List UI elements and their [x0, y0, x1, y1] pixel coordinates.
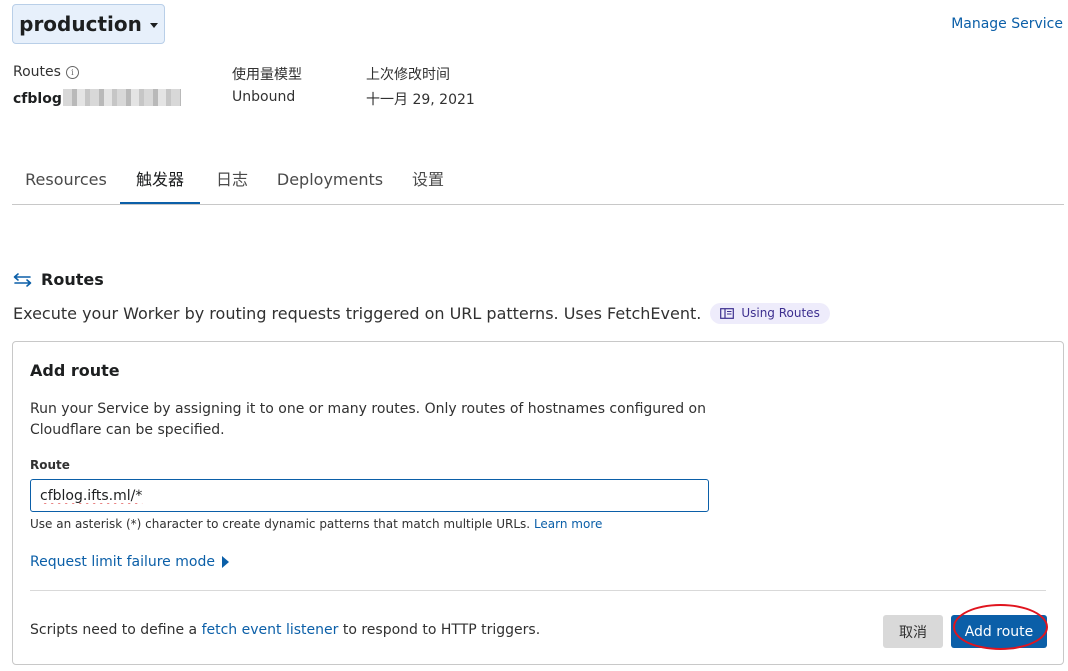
- tab-resources[interactable]: Resources: [18, 156, 114, 204]
- using-routes-badge[interactable]: Using Routes: [710, 303, 830, 324]
- last-modified-value: 十一月 29, 2021: [366, 92, 475, 108]
- cancel-button[interactable]: 取消: [883, 615, 943, 648]
- tab-bar: Resources 触发器 日志 Deployments 设置: [12, 156, 1064, 205]
- footer-prefix: Scripts need to define a: [30, 622, 198, 638]
- card-divider: [30, 590, 1046, 591]
- routes-title-text: Routes: [41, 270, 104, 289]
- footer-note: Scripts need to define a fetch event lis…: [30, 622, 540, 638]
- tab-triggers[interactable]: 触发器: [120, 156, 200, 204]
- environment-dropdown[interactable]: production: [12, 4, 165, 44]
- usage-model-value: Unbound: [232, 89, 296, 105]
- routes-meta-value: cfblog: [13, 89, 181, 107]
- usage-model-label: 使用量模型: [232, 67, 302, 83]
- add-route-button[interactable]: Add route: [951, 615, 1047, 648]
- request-limit-failure-toggle[interactable]: Request limit failure mode: [30, 554, 229, 570]
- redacted-block: [62, 89, 181, 106]
- tab-deployments[interactable]: Deployments: [274, 156, 386, 204]
- footer-suffix: to respond to HTTP triggers.: [342, 622, 541, 638]
- route-hint: Use an asterisk (*) character to create …: [30, 517, 602, 531]
- caret-right-icon: [221, 556, 229, 568]
- route-field-label: Route: [30, 458, 70, 472]
- routes-meta-label-text: Routes: [13, 64, 61, 80]
- fetch-event-listener-link[interactable]: fetch event listener: [202, 622, 339, 638]
- book-icon: [720, 307, 735, 319]
- add-route-card: Add route Run your Service by assigning …: [12, 341, 1064, 665]
- route-hint-text: Use an asterisk (*) character to create …: [30, 517, 531, 531]
- add-route-description: Run your Service by assigning it to one …: [30, 401, 706, 438]
- routes-description: Execute your Worker by routing requests …: [13, 303, 830, 324]
- caret-down-icon: [149, 22, 158, 28]
- environment-label: production: [19, 12, 142, 36]
- routes-meta-value-text: cfblog: [13, 91, 62, 107]
- routes-section-title: Routes: [13, 270, 104, 289]
- routes-description-text: Execute your Worker by routing requests …: [13, 304, 702, 323]
- add-route-title: Add route: [30, 361, 120, 380]
- route-input[interactable]: [30, 479, 709, 512]
- using-routes-label: Using Routes: [741, 306, 820, 320]
- tab-settings[interactable]: 设置: [404, 156, 452, 204]
- tab-logs[interactable]: 日志: [208, 156, 256, 204]
- request-limit-failure-label: Request limit failure mode: [30, 554, 215, 570]
- last-modified-label: 上次修改时间: [366, 67, 450, 83]
- info-icon[interactable]: i: [65, 66, 79, 79]
- manage-service-link[interactable]: Manage Service: [951, 16, 1063, 32]
- routes-arrows-icon: [13, 272, 32, 287]
- learn-more-link[interactable]: Learn more: [534, 517, 602, 531]
- routes-meta-label: Routes i: [13, 64, 79, 80]
